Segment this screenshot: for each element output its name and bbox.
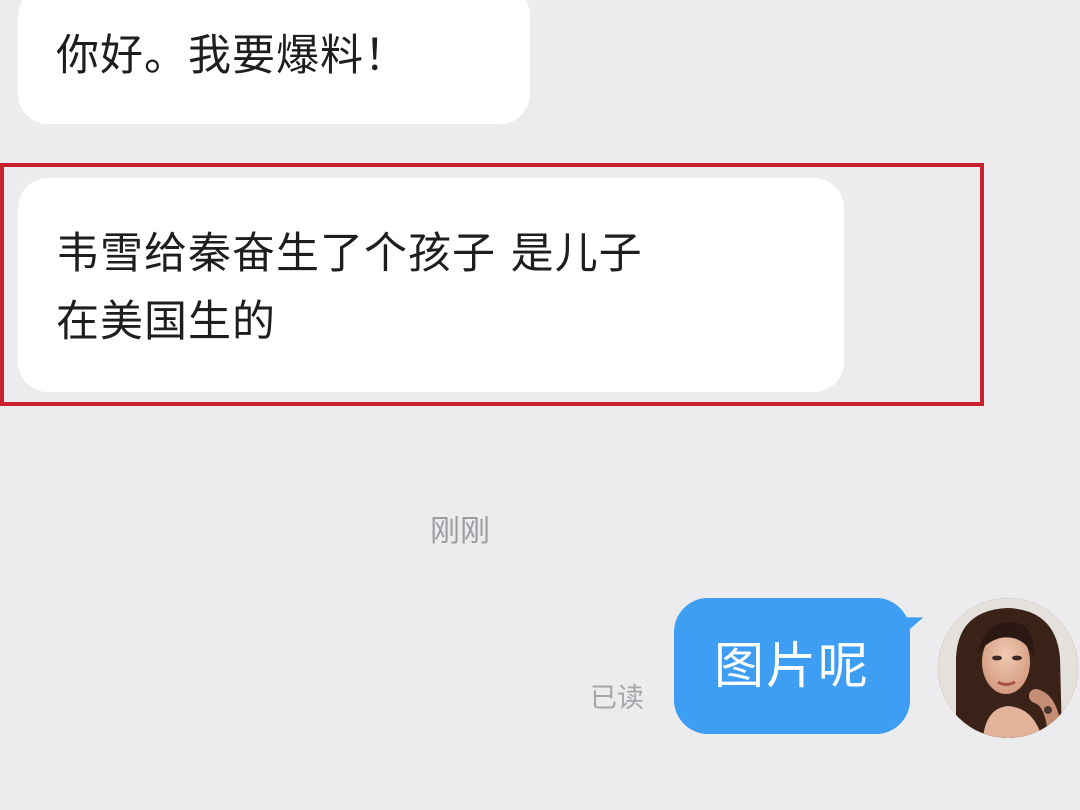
- incoming-message-bubble[interactable]: 你好。我要爆料！: [18, 0, 530, 124]
- message-timestamp: 刚刚: [430, 514, 490, 549]
- read-status-label: 已读: [590, 683, 644, 714]
- message-text-line: 在美国生的: [56, 297, 276, 347]
- avatar[interactable]: [938, 598, 1078, 738]
- avatar-image: [938, 598, 1078, 738]
- message-text: 你好。我要爆料！: [56, 31, 408, 81]
- message-text: 图片呢: [714, 637, 870, 695]
- incoming-message-bubble[interactable]: 韦雪给秦奋生了个孩子 是儿子 在美国生的: [18, 178, 844, 392]
- message-text-line: 韦雪给秦奋生了个孩子 是儿子: [56, 229, 643, 279]
- outgoing-message-bubble[interactable]: 图片呢: [674, 598, 910, 734]
